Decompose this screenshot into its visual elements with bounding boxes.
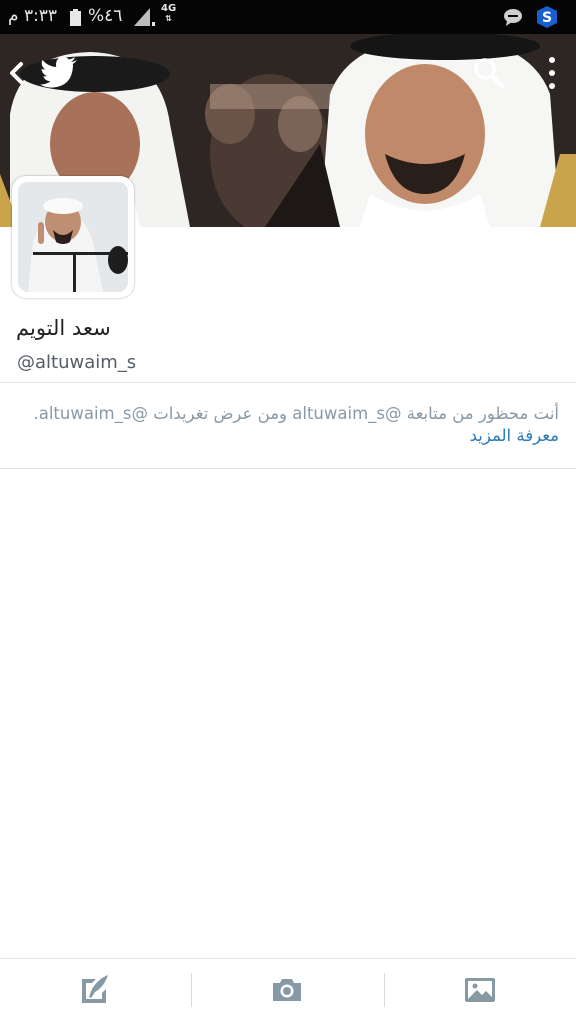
bottom-toolbar [0, 958, 576, 1025]
compose-tweet-icon[interactable] [78, 973, 112, 1007]
camera-icon[interactable] [270, 973, 304, 1007]
signal-icon [134, 8, 155, 26]
avatar-photo [18, 182, 128, 292]
profile-handle: @altuwaim_s [17, 352, 137, 373]
app-s-icon: S [537, 6, 557, 28]
profile-avatar[interactable] [12, 176, 134, 298]
svg-text:S: S [542, 10, 552, 26]
status-time: ٣:٣٣ م [8, 6, 58, 26]
toolbar-separator [384, 973, 385, 1007]
chat-notification-icon [504, 9, 522, 26]
battery-icon [70, 9, 81, 26]
search-icon[interactable] [472, 56, 506, 90]
toolbar-separator [191, 973, 192, 1007]
divider [0, 382, 576, 383]
status-bar: ٣:٣٣ م %٤٦ 4G ⇅ S [0, 0, 576, 34]
image-icon[interactable] [463, 973, 497, 1007]
battery-percent: %٤٦ [88, 6, 123, 26]
overflow-menu-icon[interactable] [540, 54, 564, 92]
network-indicator: 4G ⇅ [161, 3, 177, 24]
divider [0, 468, 576, 469]
twitter-bird-icon[interactable] [40, 56, 78, 88]
back-chevron-icon[interactable] [6, 59, 28, 87]
blocked-message: أنت محظور من متابعة @altuwaim_s ومن عرض … [33, 404, 559, 423]
learn-more-link[interactable]: معرفة المزيد [470, 426, 559, 445]
profile-name: سعد التويم [16, 316, 111, 340]
